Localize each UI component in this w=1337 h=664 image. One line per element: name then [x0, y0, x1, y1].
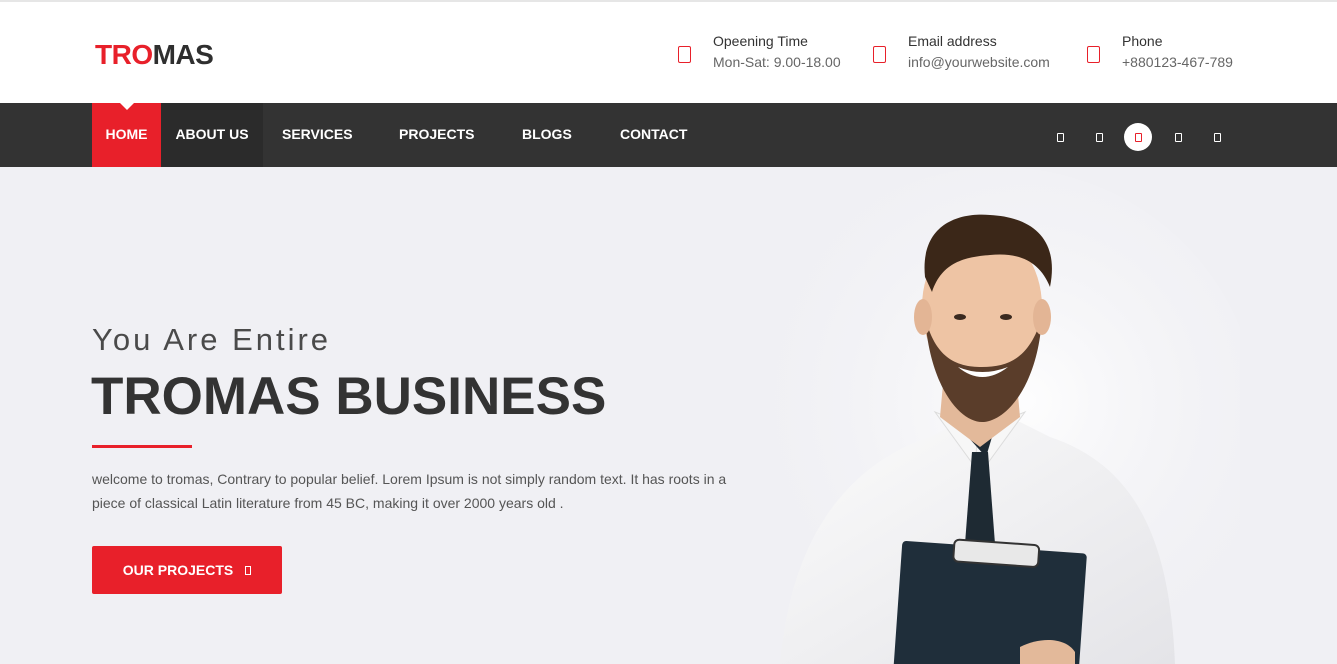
top-header: TROMAS Opeening Time Mon-Sat: 9.00-18.00… — [0, 0, 1337, 103]
opening-time-info: Opeening Time Mon-Sat: 9.00-18.00 — [678, 30, 841, 71]
our-projects-button[interactable]: OUR PROJECTS — [92, 546, 282, 594]
button-label: OUR PROJECTS — [122, 562, 234, 578]
nav-item-home[interactable]: HOME — [92, 103, 161, 167]
twitter-icon[interactable] — [1085, 123, 1113, 151]
linkedin-icon[interactable] — [1164, 123, 1192, 151]
divider — [92, 445, 192, 448]
nav-item-about-us[interactable]: ABOUT US — [161, 103, 263, 167]
nav-item-label: HOME — [105, 126, 148, 142]
facebook-icon[interactable] — [1046, 123, 1074, 151]
nav-item-services[interactable]: SERVICES — [282, 103, 353, 167]
phone-title: Phone — [1122, 33, 1163, 49]
hero-section: You Are Entire TROMAS BUSINESS welcome t… — [0, 167, 1337, 664]
logo[interactable]: TROMAS — [95, 39, 214, 70]
nav-item-label: ABOUT US — [175, 126, 249, 142]
logo-part-red: TRO — [95, 39, 153, 70]
nav-item-blogs[interactable]: BLOGS — [522, 103, 572, 167]
envelope-icon — [873, 46, 886, 63]
email-value[interactable]: info@yourwebsite.com — [908, 53, 1050, 71]
nav-item-projects[interactable]: PROJECTS — [399, 103, 474, 167]
nav-item-label: BLOGS — [522, 126, 572, 142]
hero-subtitle: You Are Entire — [92, 322, 332, 357]
active-notch — [120, 103, 134, 110]
nav-item-label: SERVICES — [282, 126, 353, 142]
logo-part-dark: MAS — [152, 39, 214, 70]
clock-icon — [678, 46, 691, 63]
email-info: Email address info@yourwebsite.com — [873, 30, 1050, 71]
hero-paragraph: welcome to tromas, Contrary to popular b… — [92, 471, 727, 511]
nav-item-label: CONTACT — [620, 126, 688, 142]
email-title: Email address — [908, 33, 997, 49]
arrow-right-icon — [245, 565, 252, 575]
instagram-icon[interactable] — [1124, 123, 1152, 151]
opening-time-title: Opeening Time — [713, 33, 808, 49]
phone-value[interactable]: +880123-467-789 — [1122, 53, 1233, 71]
phone-icon — [1087, 46, 1100, 63]
hero-person-image — [740, 167, 1240, 664]
pinterest-icon[interactable] — [1203, 123, 1231, 151]
nav-item-label: PROJECTS — [399, 126, 475, 142]
nav-item-contact[interactable]: CONTACT — [620, 103, 687, 167]
opening-time-value: Mon-Sat: 9.00-18.00 — [713, 54, 841, 70]
hero-headline: TROMAS BUSINESS — [91, 367, 607, 426]
phone-info: Phone +880123-467-789 — [1087, 30, 1233, 71]
